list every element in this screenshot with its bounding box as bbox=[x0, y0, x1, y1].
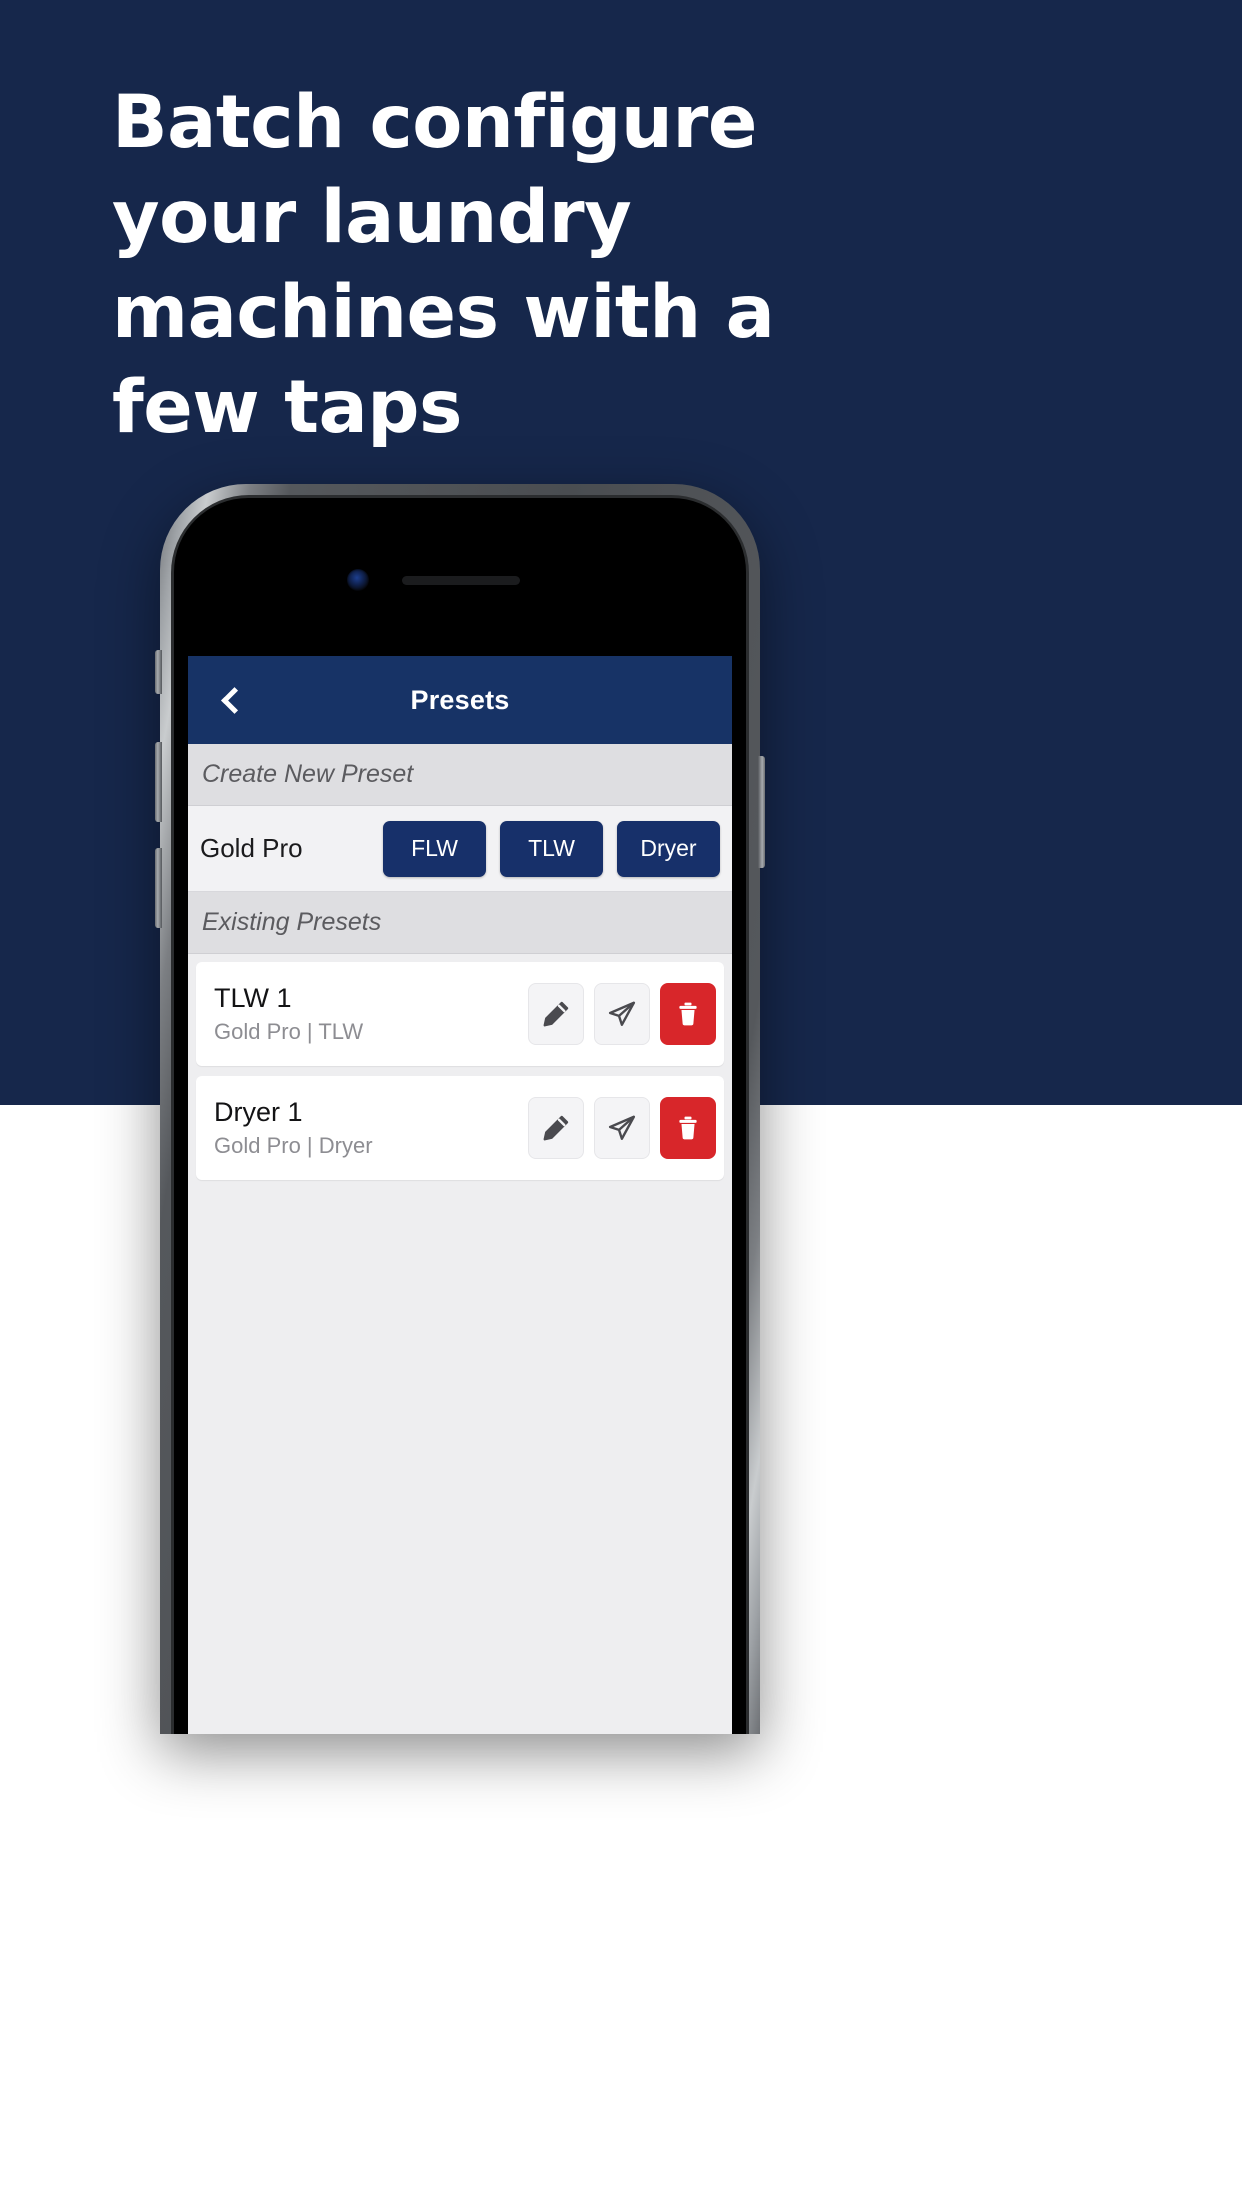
phone-volume-up-button bbox=[155, 742, 162, 822]
preset-title: Dryer 1 bbox=[214, 1097, 303, 1127]
front-camera-icon bbox=[347, 569, 369, 591]
chevron-left-icon bbox=[221, 686, 248, 714]
send-preset-button[interactable] bbox=[594, 983, 650, 1045]
edit-preset-button[interactable] bbox=[528, 1097, 584, 1159]
existing-presets-list: TLW 1 Gold Pro | TLW Dryer 1 Gold Pro | … bbox=[188, 954, 732, 1180]
delete-preset-button[interactable] bbox=[660, 983, 716, 1045]
pencil-icon bbox=[541, 1113, 571, 1143]
section-header-create-new-preset: Create New Preset bbox=[188, 744, 732, 806]
phone-display-glass: Presets Create New Preset Gold Pro FLW T… bbox=[174, 498, 746, 1734]
create-preset-button-flw[interactable]: FLW bbox=[383, 820, 486, 877]
edit-preset-button[interactable] bbox=[528, 983, 584, 1045]
preset-subtitle: Gold Pro | Dryer bbox=[214, 1133, 373, 1158]
app-navigation-bar: Presets bbox=[188, 656, 732, 744]
pencil-icon bbox=[541, 999, 571, 1029]
section-header-label: Existing Presets bbox=[202, 908, 382, 936]
create-new-preset-row: Gold Pro FLW TLW Dryer bbox=[188, 806, 732, 892]
list-item[interactable]: Dryer 1 Gold Pro | Dryer bbox=[196, 1076, 724, 1180]
list-item[interactable]: TLW 1 Gold Pro | TLW bbox=[196, 962, 724, 1066]
trash-icon bbox=[674, 1114, 702, 1142]
machine-type-button-group: FLW TLW Dryer bbox=[313, 820, 720, 877]
trash-icon bbox=[674, 1000, 702, 1028]
preset-text-block: Dryer 1 Gold Pro | Dryer bbox=[214, 1096, 528, 1160]
preset-row-actions bbox=[528, 983, 716, 1045]
brand-label: Gold Pro bbox=[200, 833, 303, 863]
preset-title: TLW 1 bbox=[214, 983, 292, 1013]
paper-plane-icon bbox=[607, 1113, 637, 1143]
preset-text-block: TLW 1 Gold Pro | TLW bbox=[214, 982, 528, 1046]
preset-row-actions bbox=[528, 1097, 716, 1159]
send-preset-button[interactable] bbox=[594, 1097, 650, 1159]
page-title: Presets bbox=[410, 684, 510, 715]
marketing-headline: Batch configure your laundry machines wi… bbox=[112, 80, 775, 450]
section-header-existing-presets: Existing Presets bbox=[188, 892, 732, 954]
back-button[interactable] bbox=[200, 656, 264, 744]
section-header-label: Create New Preset bbox=[202, 760, 414, 788]
app-screen: Presets Create New Preset Gold Pro FLW T… bbox=[188, 656, 732, 1734]
phone-volume-down-button bbox=[155, 848, 162, 928]
phone-power-button bbox=[758, 756, 765, 868]
create-preset-button-tlw[interactable]: TLW bbox=[500, 820, 603, 877]
delete-preset-button[interactable] bbox=[660, 1097, 716, 1159]
preset-subtitle: Gold Pro | TLW bbox=[214, 1019, 364, 1044]
paper-plane-icon bbox=[607, 999, 637, 1029]
phone-mute-switch bbox=[155, 650, 162, 694]
phone-mockup: Presets Create New Preset Gold Pro FLW T… bbox=[155, 484, 765, 1734]
earpiece-speaker bbox=[402, 576, 520, 585]
create-preset-button-dryer[interactable]: Dryer bbox=[617, 820, 720, 877]
